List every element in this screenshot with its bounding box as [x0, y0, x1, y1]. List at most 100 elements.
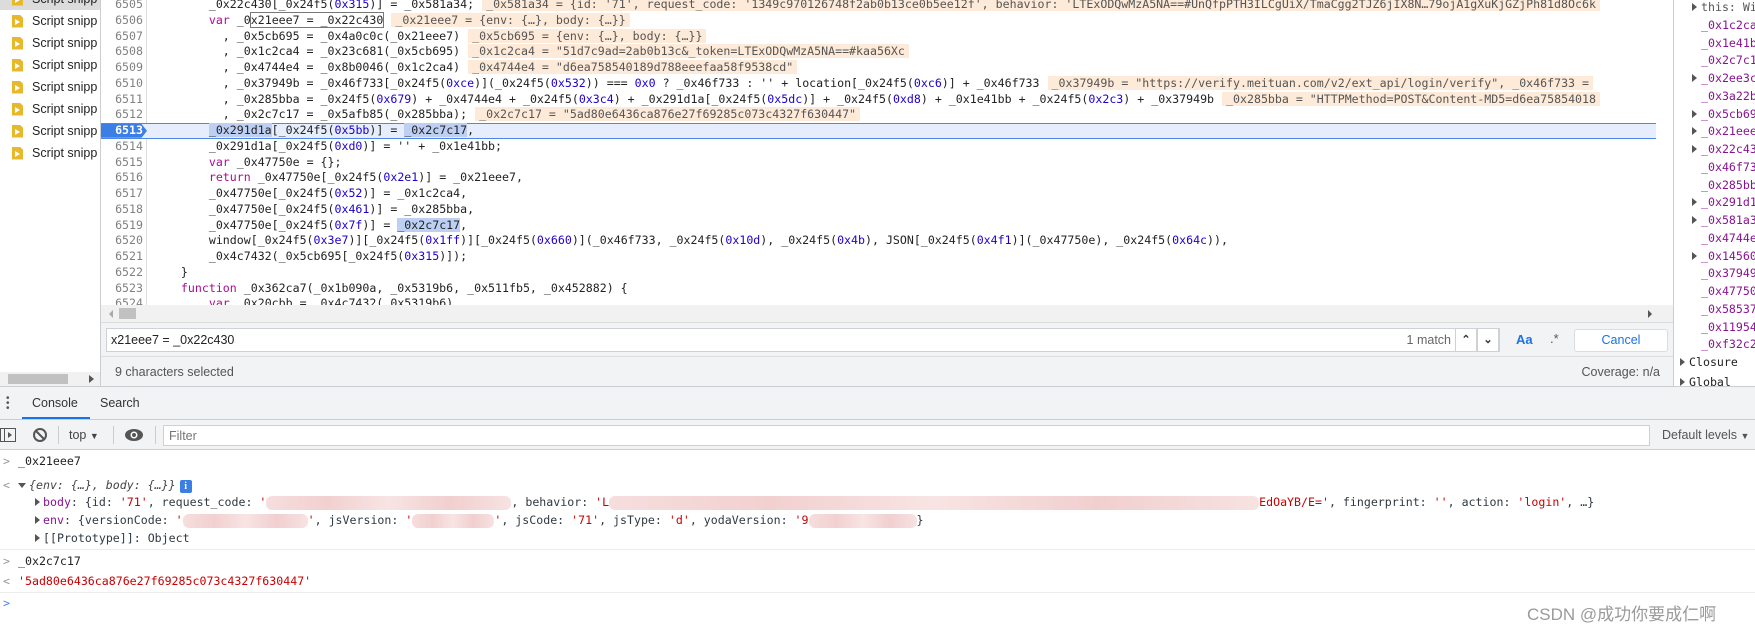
- js-snippet-file-icon: [12, 0, 23, 6]
- line-number[interactable]: 6511: [101, 92, 143, 108]
- code-line[interactable]: 6505 _0x22c430[_0x24f5(0x315)] = _0x581a…: [101, 0, 1656, 13]
- line-number[interactable]: 6523: [101, 281, 143, 297]
- number-token: 0x2e1: [383, 170, 419, 185]
- sidebar-horizontal-scrollbar[interactable]: [0, 372, 100, 386]
- code-line[interactable]: 6508 , _0x1c2ca4 = _0x23c681(_0x5cb695) _…: [101, 44, 1656, 60]
- sidebar-item-script-snippet[interactable]: Script snipp: [0, 32, 100, 54]
- find-input[interactable]: [106, 328, 1500, 352]
- sidebar-item-script-snippet[interactable]: Script snipp: [0, 10, 100, 32]
- line-number[interactable]: 6510: [101, 76, 143, 92]
- console-prompt[interactable]: >: [0, 594, 1755, 612]
- code-line[interactable]: 6521 _0x4c7432(_0x5cb695[_0x24f5(0x315)]…: [101, 249, 1656, 265]
- code-line[interactable]: 6518 _0x47750e[_0x24f5(0x461)] = _0x285b…: [101, 202, 1656, 218]
- line-number[interactable]: 6515: [101, 155, 143, 171]
- sidebar-item-script-snippet[interactable]: Script snipp: [0, 0, 100, 10]
- value-jscode: '71': [571, 513, 600, 527]
- expand-triangle-icon[interactable]: [1680, 378, 1685, 386]
- expand-triangle-icon[interactable]: [1692, 216, 1697, 224]
- sidebar-toggle-icon[interactable]: [0, 427, 16, 443]
- sidebar-item-script-snippet[interactable]: Script snipp: [0, 98, 100, 120]
- console-result-object[interactable]: < {env: {…}, body: {…}} i: [0, 476, 1755, 494]
- variable-name: _0x46f73: [1701, 159, 1755, 174]
- scroll-right-arrow-icon[interactable]: [1648, 310, 1652, 318]
- code-editor[interactable]: 6505 _0x22c430[_0x24f5(0x315)] = _0x581a…: [101, 0, 1673, 305]
- code-line[interactable]: 6511 , _0x285bba = _0x24f5(0x679) + _0x4…: [101, 91, 1656, 108]
- object-property-env[interactable]: env: {versionCode: ' ', jsVersion: ' ', js…: [0, 511, 1755, 529]
- line-number[interactable]: 6518: [101, 202, 143, 218]
- expand-triangle-icon[interactable]: [1692, 74, 1697, 82]
- collapsed-triangle-icon[interactable]: [35, 534, 40, 542]
- line-number[interactable]: 6524: [101, 296, 143, 305]
- code-line[interactable]: 6522 }: [101, 265, 1656, 281]
- code-line[interactable]: 6510 , _0x37949b = _0x46f733[_0x24f5(0xc…: [101, 75, 1656, 92]
- expand-triangle-icon[interactable]: [1692, 109, 1697, 118]
- line-number[interactable]: 6519: [101, 218, 143, 234]
- line-number[interactable]: 6507: [101, 29, 143, 45]
- line-number[interactable]: 6517: [101, 186, 143, 202]
- line-number[interactable]: 6509: [101, 60, 143, 76]
- code-line[interactable]: 6523 function _0x362ca7(_0x1b090a, _0x53…: [101, 281, 1656, 297]
- keyword-token: return: [208, 170, 251, 185]
- code-line[interactable]: 6524 var _0x20cbb = _0x4c7432(_0x5319b6): [101, 296, 1656, 305]
- clear-console-icon[interactable]: [32, 427, 48, 443]
- scroll-thumb[interactable]: [119, 308, 136, 319]
- expanded-triangle-icon[interactable]: [18, 483, 26, 488]
- regex-toggle[interactable]: .*: [1550, 331, 1559, 346]
- eye-icon[interactable]: [124, 428, 144, 442]
- expand-triangle-icon[interactable]: [1692, 251, 1697, 260]
- scroll-thumb[interactable]: [8, 374, 68, 384]
- sidebar-item-script-snippet[interactable]: Script snipp: [0, 142, 100, 164]
- line-number[interactable]: 6522: [101, 265, 143, 281]
- previous-match-button[interactable]: ⌃: [1455, 328, 1477, 352]
- collapsed-triangle-icon[interactable]: [35, 498, 40, 506]
- expand-triangle-icon[interactable]: [1692, 127, 1697, 136]
- line-number[interactable]: 6516: [101, 170, 143, 186]
- expand-triangle-icon[interactable]: [1692, 198, 1697, 207]
- info-icon[interactable]: i: [179, 480, 192, 493]
- line-number[interactable]: 6514: [101, 139, 143, 155]
- expand-triangle-icon[interactable]: [1692, 3, 1697, 11]
- code-line[interactable]: 6519 _0x47750e[_0x24f5(0x7f)] = _0x2c7c1…: [101, 217, 1656, 234]
- tab-console[interactable]: Console: [32, 396, 78, 410]
- divider: [155, 426, 156, 444]
- code-line[interactable]: 6513 _0x291d1a[_0x24f5(0x5bb)] = _0x2c7c…: [101, 123, 1656, 139]
- tab-search[interactable]: Search: [100, 396, 140, 410]
- code-line[interactable]: 6506 var _0x21eee7 = _0x22c430 _0x21eee7 …: [101, 11, 1656, 29]
- expand-triangle-icon[interactable]: [1680, 358, 1685, 366]
- editor-horizontal-scrollbar[interactable]: [101, 305, 1673, 322]
- scroll-left-arrow-icon[interactable]: [109, 310, 113, 318]
- code-line[interactable]: 6516 return _0x47750e[_0x24f5(0x2e1)] = …: [101, 170, 1656, 186]
- next-match-button[interactable]: ⌄: [1477, 328, 1499, 352]
- cancel-button[interactable]: Cancel: [1574, 329, 1668, 352]
- divider: [58, 426, 59, 444]
- scroll-right-arrow-icon[interactable]: [89, 375, 94, 383]
- code-line[interactable]: 6515 var _0x47750e = {};: [101, 155, 1656, 171]
- code-line[interactable]: 6520 window[_0x24f5(0x3e7)][_0x24f5(0x1f…: [101, 233, 1656, 249]
- line-number[interactable]: 6506: [101, 13, 143, 29]
- code-line[interactable]: 6514 _0x291d1a[_0x24f5(0xd0)] = '' + _0x…: [101, 139, 1656, 155]
- sidebar-item-script-snippet[interactable]: Script snipp: [0, 120, 100, 142]
- code-line[interactable]: 6512 , _0x2c7c17 = _0x5afb85(_0x285bba);…: [101, 107, 1656, 123]
- more-tabs-menu-icon[interactable]: • • •: [6, 394, 10, 414]
- context-selector[interactable]: top ▼: [69, 428, 99, 442]
- collapsed-triangle-icon[interactable]: [35, 516, 40, 524]
- object-prototype[interactable]: [[Prototype]]: Object: [0, 529, 1755, 547]
- line-number[interactable]: 6508: [101, 44, 143, 60]
- line-number[interactable]: 6521: [101, 249, 143, 265]
- sidebar-item-script-snippet[interactable]: Script snipp: [0, 76, 100, 98]
- line-number[interactable]: 6505: [101, 0, 143, 13]
- code-line[interactable]: 6517 _0x47750e[_0x24f5(0x52)] = _0x1c2ca…: [101, 186, 1656, 202]
- object-property-body[interactable]: body: {id: '71', request_code: ' , behavi…: [0, 493, 1755, 511]
- code-lines[interactable]: 6505 _0x22c430[_0x24f5(0x315)] = _0x581a…: [101, 0, 1656, 305]
- line-number[interactable]: 6520: [101, 233, 143, 249]
- selection-highlight: _0x2c7c17: [397, 217, 461, 232]
- expand-triangle-icon[interactable]: [1692, 145, 1697, 153]
- line-number[interactable]: 6512: [101, 107, 143, 123]
- code-line[interactable]: 6507 , _0x5cb695 = _0x4a0c0c(_0x21eee7) _…: [101, 28, 1656, 45]
- log-levels-dropdown[interactable]: Default levels ▼: [1662, 428, 1749, 442]
- sidebar-item-script-snippet[interactable]: Script snipp: [0, 54, 100, 76]
- console-filter-input[interactable]: [163, 425, 1650, 446]
- code-line[interactable]: 6509 , _0x4744e4 = _0x8b0046(_0x1c2ca4) _…: [101, 60, 1656, 76]
- match-case-toggle[interactable]: Aa: [1516, 332, 1533, 347]
- line-number[interactable]: 6513: [101, 124, 147, 138]
